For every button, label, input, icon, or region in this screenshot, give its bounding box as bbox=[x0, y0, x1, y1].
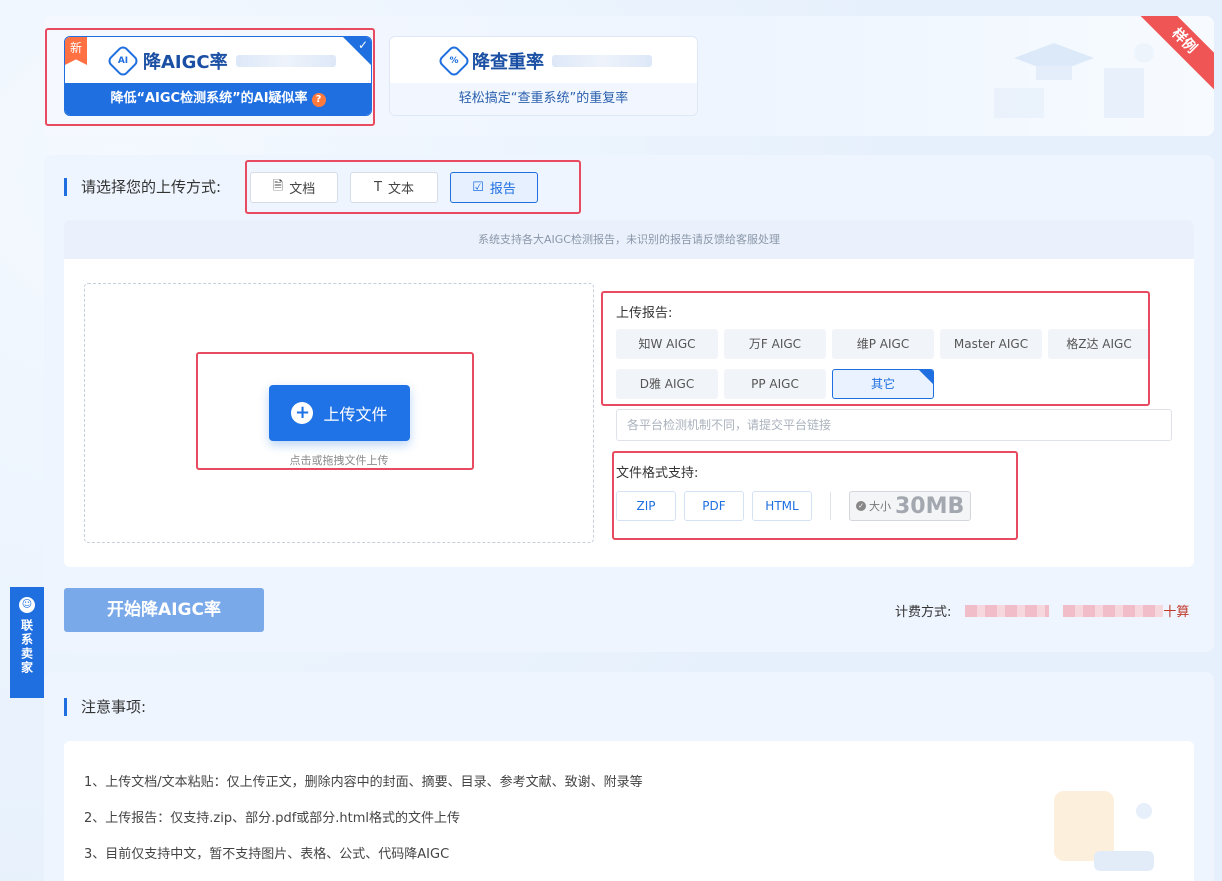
size-limit-badge: ✓ 大小 30MB bbox=[849, 491, 972, 521]
format-list: ZIP PDF HTML ✓ 大小 30MB bbox=[616, 491, 972, 521]
blurred-text bbox=[965, 604, 1050, 617]
mode-reduce-aigc[interactable]: 新 AI 降AIGC率 降低“AIGC检测系统”的AI疑似率? ✓ bbox=[64, 36, 372, 116]
platform-option[interactable]: 格Z达 AIGC bbox=[1048, 329, 1150, 359]
mode-selector-card: 样例 新 AI 降AIGC率 降低“AIGC检测系统”的AI疑似率? ✓ % 降… bbox=[44, 16, 1214, 136]
tab-document[interactable]: 🗎 文档 bbox=[250, 172, 338, 203]
billing-info: 计费方式: 十算 bbox=[895, 601, 1189, 620]
mode-title: 降查重率 bbox=[472, 52, 544, 73]
notes-title: 注意事项: bbox=[64, 698, 146, 716]
platform-option-selected[interactable]: 其它 bbox=[832, 369, 934, 399]
format-badge: PDF bbox=[684, 491, 744, 521]
platform-option[interactable]: Master AIGC bbox=[940, 329, 1042, 359]
format-badge: HTML bbox=[752, 491, 812, 521]
upload-card: 请选择您的上传方式: 🗎 文档 T 文本 ☑ 报告 系统支持各大AIGC检测报告… bbox=[44, 155, 1214, 652]
help-icon[interactable]: ? bbox=[311, 93, 326, 107]
document-icon: 🗎 bbox=[272, 178, 284, 194]
billing-label: 计费方式: bbox=[895, 605, 952, 620]
size-value: 30MB bbox=[895, 493, 965, 519]
tab-text[interactable]: T 文本 bbox=[350, 172, 438, 203]
file-drop-zone[interactable]: + 上传文件 点击或拖拽文件上传 bbox=[84, 283, 594, 543]
blurred-text bbox=[235, 55, 336, 67]
scroll-illustration bbox=[1054, 791, 1154, 871]
mode-title: 降AIGC率 bbox=[143, 52, 228, 73]
format-title: 文件格式支持: bbox=[616, 466, 699, 481]
divider bbox=[830, 492, 831, 520]
notes-card: 注意事项: 1、上传文档/文本粘贴：仅上传正文，删除内容中的封面、摘要、目录、参… bbox=[44, 672, 1214, 881]
chat-face-icon: ☺ bbox=[19, 597, 35, 613]
check-circle-icon: ✓ bbox=[856, 501, 866, 511]
report-title: 上传报告: bbox=[616, 306, 673, 321]
platform-option[interactable]: D雅 AIGC bbox=[616, 369, 718, 399]
graduation-illustration bbox=[994, 43, 1154, 118]
note-item: 3、目前仅支持中文，暂不支持图片、表格、公式、代码降AIGC bbox=[84, 847, 450, 862]
mode-subtitle: 降低“AIGC检测系统”的AI疑似率? bbox=[65, 83, 371, 115]
contact-seller-button[interactable]: ☺ 联系卖家 bbox=[10, 587, 44, 698]
platform-option[interactable]: PP AIGC bbox=[724, 369, 826, 399]
notes-panel: 1、上传文档/文本粘贴：仅上传正文，删除内容中的封面、摘要、目录、参考文献、致谢… bbox=[64, 741, 1194, 881]
check-icon: ✓ bbox=[357, 38, 368, 52]
blurred-text bbox=[552, 55, 652, 67]
format-badge: ZIP bbox=[616, 491, 676, 521]
platform-option[interactable]: 知W AIGC bbox=[616, 329, 718, 359]
mode-reduce-duplicate[interactable]: % 降查重率 轻松搞定“查重系统”的重复率 bbox=[389, 36, 698, 116]
upload-panel: 系统支持各大AIGC检测报告，未识别的报告请反馈给客服处理 + 上传文件 点击或… bbox=[64, 220, 1194, 567]
note-item: 2、上传报告：仅支持.zip、部分.pdf或部分.html格式的文件上传 bbox=[84, 811, 461, 826]
report-icon: ☑ bbox=[472, 180, 484, 195]
note-item: 1、上传文档/文本粘贴：仅上传正文，删除内容中的封面、摘要、目录、参考文献、致谢… bbox=[84, 775, 643, 790]
platform-option[interactable]: 万F AIGC bbox=[724, 329, 826, 359]
text-icon: T bbox=[374, 180, 382, 195]
upload-method-label: 请选择您的上传方式: bbox=[64, 178, 221, 196]
blurred-text bbox=[1063, 604, 1164, 617]
start-reduce-button[interactable]: 开始降AIGC率 bbox=[64, 588, 264, 632]
notice-bar: 系统支持各大AIGC检测报告，未识别的报告请反馈给客服处理 bbox=[64, 220, 1194, 259]
billing-tail: 十算 bbox=[1163, 605, 1190, 620]
tab-report[interactable]: ☑ 报告 bbox=[450, 172, 538, 203]
plus-icon: + bbox=[291, 402, 314, 424]
upload-method-tabs: 🗎 文档 T 文本 ☑ 报告 bbox=[250, 172, 538, 203]
platform-link-input[interactable] bbox=[616, 409, 1172, 441]
platform-option[interactable]: 维P AIGC bbox=[832, 329, 934, 359]
upload-file-button[interactable]: + 上传文件 bbox=[269, 385, 410, 441]
drop-hint: 点击或拖拽文件上传 bbox=[289, 454, 389, 467]
mode-subtitle: 轻松搞定“查重系统”的重复率 bbox=[390, 83, 697, 115]
